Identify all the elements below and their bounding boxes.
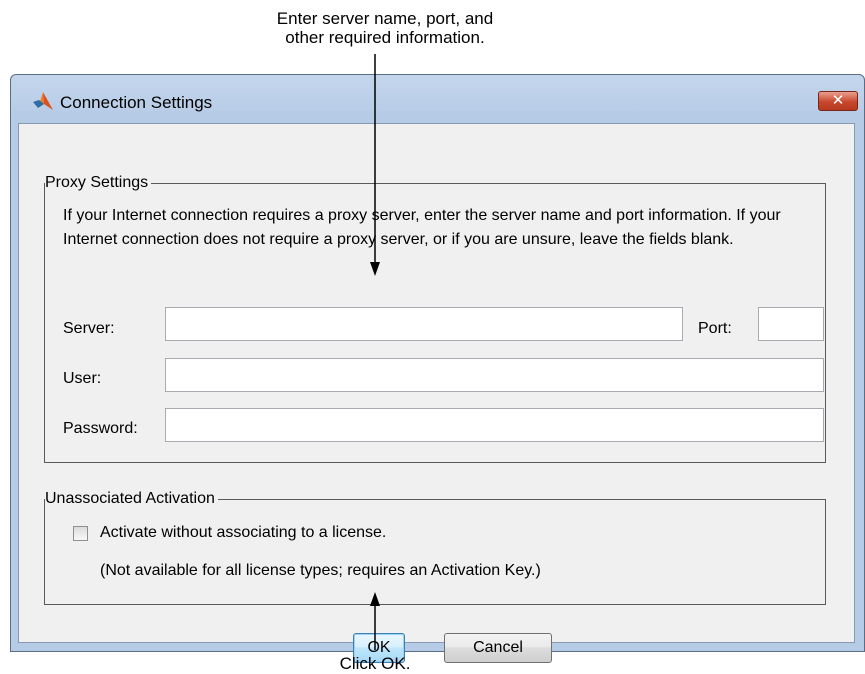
activate-checkbox[interactable] bbox=[73, 526, 88, 541]
server-input[interactable] bbox=[165, 307, 683, 341]
close-button[interactable]: ✕ bbox=[818, 91, 858, 111]
proxy-description: If your Internet connection requires a p… bbox=[63, 207, 781, 248]
cancel-button[interactable]: Cancel bbox=[444, 633, 552, 663]
port-input[interactable] bbox=[758, 307, 824, 341]
port-label: Port: bbox=[698, 320, 732, 337]
connection-settings-dialog: Connection Settings ✕ Proxy Settings If … bbox=[10, 74, 865, 663]
unassociated-activation-legend: Unassociated Activation bbox=[45, 489, 218, 509]
annotation-callout-bottom: Click OK. bbox=[339, 654, 411, 673]
callout-top-line1: Enter server name, port, and bbox=[276, 9, 494, 28]
dialog-client-area: Proxy Settings If your Internet connecti… bbox=[18, 123, 855, 663]
callout-top-line2: other required information. bbox=[285, 28, 485, 47]
unassociated-activation-group: Unassociated Activation Activate without… bbox=[44, 489, 826, 605]
proxy-settings-group: Proxy Settings If your Internet connecti… bbox=[44, 173, 826, 463]
server-label: Server: bbox=[63, 320, 115, 337]
annotation-callout-top: Enter server name, port, and other requi… bbox=[220, 9, 550, 47]
matlab-logo-icon bbox=[33, 92, 53, 110]
close-icon: ✕ bbox=[831, 92, 845, 109]
activate-checkbox-label[interactable]: Activate without associating to a licens… bbox=[100, 524, 386, 542]
password-label: Password: bbox=[63, 420, 138, 437]
password-input[interactable] bbox=[165, 408, 824, 442]
activation-note: (Not available for all license types; re… bbox=[100, 562, 541, 579]
window-title: Connection Settings bbox=[60, 93, 213, 112]
title-bar[interactable]: Connection Settings ✕ bbox=[11, 75, 864, 127]
user-label: User: bbox=[63, 370, 102, 387]
user-input[interactable] bbox=[165, 358, 824, 392]
proxy-settings-legend: Proxy Settings bbox=[45, 173, 152, 193]
